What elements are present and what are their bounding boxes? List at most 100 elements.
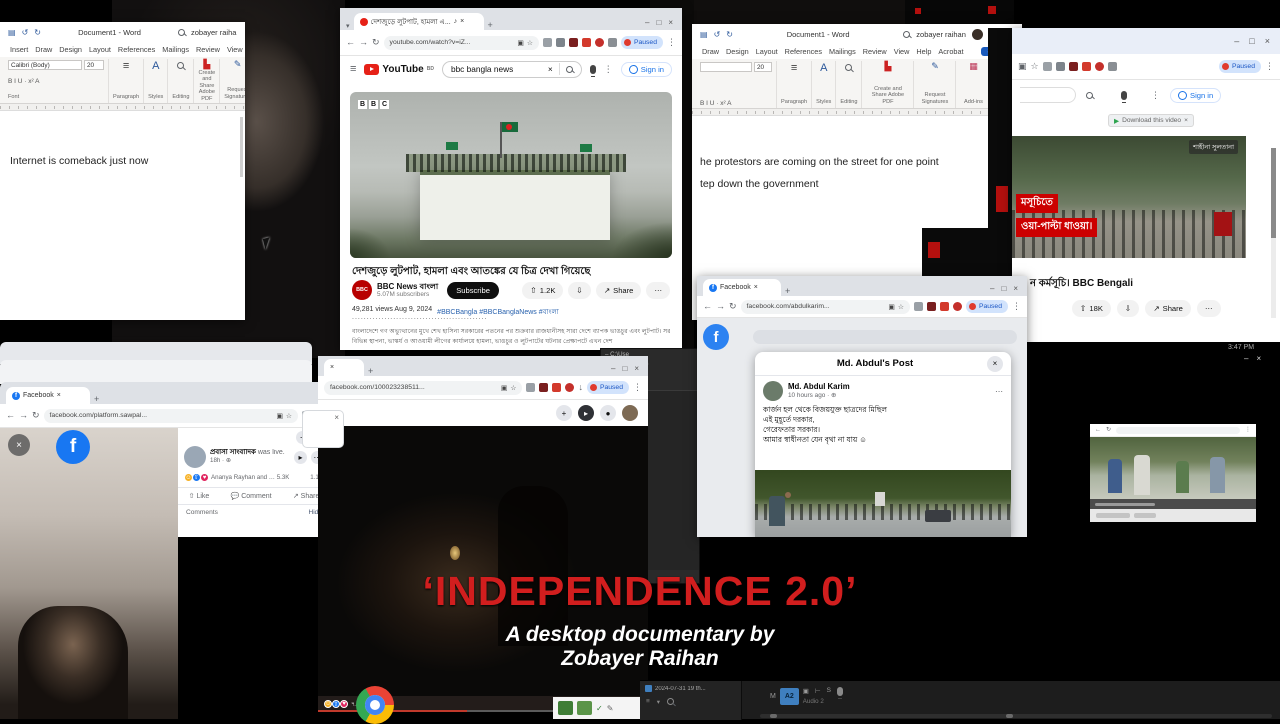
search-icon[interactable] bbox=[178, 29, 185, 36]
forward-icon[interactable]: → bbox=[359, 38, 368, 47]
new-tab-button[interactable]: + bbox=[785, 287, 790, 296]
ribbon-tab[interactable]: Design bbox=[726, 47, 749, 56]
download-video-overlay[interactable]: ▶ Download this video × bbox=[1108, 114, 1194, 127]
profile-avatar[interactable] bbox=[622, 405, 638, 421]
address-bar[interactable]: facebook.com/platform.sawpal... ▣ ☆ bbox=[44, 409, 298, 423]
ribbon-tab[interactable]: References bbox=[785, 47, 822, 56]
cast-icon[interactable]: ▣ bbox=[1018, 62, 1027, 71]
ribbon-tab[interactable]: Layout bbox=[756, 47, 778, 56]
document-canvas[interactable]: Internet is comeback just now bbox=[0, 111, 245, 320]
account-name[interactable]: zobayer raihan bbox=[191, 28, 237, 37]
close-button[interactable]: × bbox=[1265, 36, 1270, 46]
channel-name[interactable]: BBC News বাংলা bbox=[377, 282, 438, 291]
comment-button[interactable]: 💬 Comment bbox=[231, 492, 272, 500]
more-button[interactable]: ⋯ bbox=[1197, 300, 1221, 317]
post-photo[interactable] bbox=[755, 470, 1011, 537]
paused-extension-badge[interactable]: Paused bbox=[1219, 60, 1261, 73]
extension-icon[interactable] bbox=[526, 383, 535, 392]
author-name[interactable]: Md. Abdul Karim bbox=[788, 382, 850, 391]
messenger-icon[interactable]: ▸ bbox=[578, 405, 594, 421]
extension-icon[interactable] bbox=[539, 383, 548, 392]
thumbnail[interactable] bbox=[558, 701, 573, 715]
ribbon-tab[interactable]: Review bbox=[196, 45, 220, 54]
save-icon[interactable]: ▤ bbox=[700, 30, 708, 39]
list-view-icon[interactable]: ≡ bbox=[646, 698, 650, 706]
extension-icon[interactable] bbox=[1043, 62, 1052, 71]
paragraph-group[interactable]: ≡ Paragraph bbox=[777, 61, 812, 108]
close-overlay-icon[interactable]: × bbox=[8, 434, 30, 456]
extension-icon[interactable] bbox=[556, 38, 565, 47]
caret-icon[interactable]: ▾ bbox=[657, 698, 660, 706]
track-target-button[interactable]: A2 bbox=[780, 688, 799, 705]
search-icon[interactable] bbox=[566, 66, 573, 73]
facebook-logo[interactable]: f bbox=[703, 324, 729, 350]
back-icon[interactable]: ← bbox=[346, 38, 355, 47]
minimize-button[interactable]: – bbox=[1244, 354, 1248, 363]
account-name[interactable]: zobayer raihan bbox=[916, 30, 966, 39]
request-signatures-button[interactable]: ✎ Request Signatures bbox=[914, 61, 956, 108]
browser-tab[interactable]: দেশজুড়ে লুটপাট, হামলা এ... ♪ × bbox=[354, 13, 484, 30]
dislike-button[interactable]: ⇩ bbox=[1117, 300, 1139, 317]
bookmark-star-icon[interactable]: ☆ bbox=[1031, 62, 1039, 71]
signin-button[interactable]: Sign in bbox=[1170, 88, 1221, 103]
ribbon-tab[interactable]: Draw bbox=[35, 45, 52, 54]
cast-icon[interactable]: ▣ bbox=[276, 412, 282, 420]
extension-icon[interactable] bbox=[927, 302, 936, 311]
download-icon[interactable]: ↓ bbox=[578, 383, 583, 392]
minimize-button[interactable]: – bbox=[611, 364, 615, 373]
dislike-button[interactable]: ⇩ bbox=[568, 282, 590, 299]
reload-icon[interactable]: ↻ bbox=[32, 411, 40, 420]
back-icon[interactable]: ← bbox=[703, 302, 712, 311]
tab-close-icon[interactable]: × bbox=[754, 284, 758, 291]
extension-icon[interactable] bbox=[565, 383, 574, 392]
extension-icon[interactable] bbox=[940, 302, 949, 311]
request-signatures-button[interactable]: ✎ Request Signatures bbox=[220, 59, 245, 103]
reload-icon[interactable]: ↻ bbox=[729, 302, 737, 311]
share-button[interactable]: ↗Share bbox=[596, 282, 642, 299]
menu-dots-icon[interactable]: ⋮ bbox=[667, 38, 676, 47]
mic-icon[interactable] bbox=[590, 65, 596, 74]
like-button[interactable]: ⇧ Like bbox=[189, 492, 210, 500]
avatar[interactable] bbox=[972, 29, 983, 40]
search-icon[interactable] bbox=[667, 698, 674, 705]
forward-icon[interactable]: → bbox=[716, 302, 725, 311]
back-icon[interactable]: ← bbox=[1095, 427, 1101, 433]
maximize-button[interactable]: □ bbox=[622, 364, 627, 373]
video-player[interactable]: B B C bbox=[350, 92, 672, 258]
bookmark-star-icon[interactable]: ☆ bbox=[527, 39, 533, 47]
extension-icon[interactable] bbox=[582, 38, 591, 47]
extension-icon[interactable] bbox=[1069, 62, 1078, 71]
styles-group[interactable]: A Styles bbox=[144, 59, 168, 103]
more-button[interactable]: ⋯ bbox=[646, 282, 670, 299]
cast-icon[interactable]: ▣ bbox=[517, 39, 523, 47]
tab-close-icon[interactable]: × bbox=[460, 18, 464, 25]
save-icon[interactable]: ▤ bbox=[8, 28, 16, 37]
ribbon-tab[interactable]: View bbox=[227, 45, 243, 54]
menu-dots-icon[interactable]: ⋮ bbox=[1265, 62, 1274, 71]
voiceover-mic-icon[interactable] bbox=[837, 687, 843, 696]
minimize-button[interactable]: – bbox=[645, 18, 649, 27]
clip-name[interactable]: 2024-07-31 19 th... bbox=[655, 686, 706, 692]
extension-icon[interactable] bbox=[608, 38, 617, 47]
bookmark-star-icon[interactable]: ☆ bbox=[510, 384, 516, 392]
author-avatar[interactable] bbox=[763, 381, 783, 401]
extension-icon[interactable] bbox=[953, 302, 962, 311]
redo-icon[interactable]: ↻ bbox=[726, 30, 733, 39]
styles-group[interactable]: A Styles bbox=[812, 61, 836, 108]
undo-icon[interactable]: ↺ bbox=[22, 28, 29, 37]
cast-icon[interactable]: ▣ bbox=[888, 303, 894, 311]
new-tab-button[interactable]: + bbox=[368, 367, 373, 376]
share-button[interactable]: ↗ Share bbox=[293, 492, 320, 500]
ribbon-tab[interactable]: Review bbox=[863, 47, 887, 56]
button-placeholder[interactable] bbox=[1134, 513, 1156, 518]
hamburger-menu-icon[interactable]: ≡ bbox=[350, 64, 356, 75]
ribbon-tab[interactable]: Help bbox=[916, 47, 931, 56]
tab-close-icon[interactable]: × bbox=[57, 392, 61, 399]
ribbon-tab[interactable]: Design bbox=[59, 45, 82, 54]
browser-tab[interactable]: f Facebook × bbox=[6, 387, 90, 404]
search-input[interactable] bbox=[1020, 87, 1076, 103]
extension-icon[interactable] bbox=[543, 38, 552, 47]
like-button[interactable]: ⇧1.2K bbox=[522, 282, 563, 299]
paused-extension-badge[interactable]: Paused bbox=[966, 300, 1008, 313]
menu-dots-icon[interactable]: ⋮ bbox=[1245, 427, 1251, 433]
